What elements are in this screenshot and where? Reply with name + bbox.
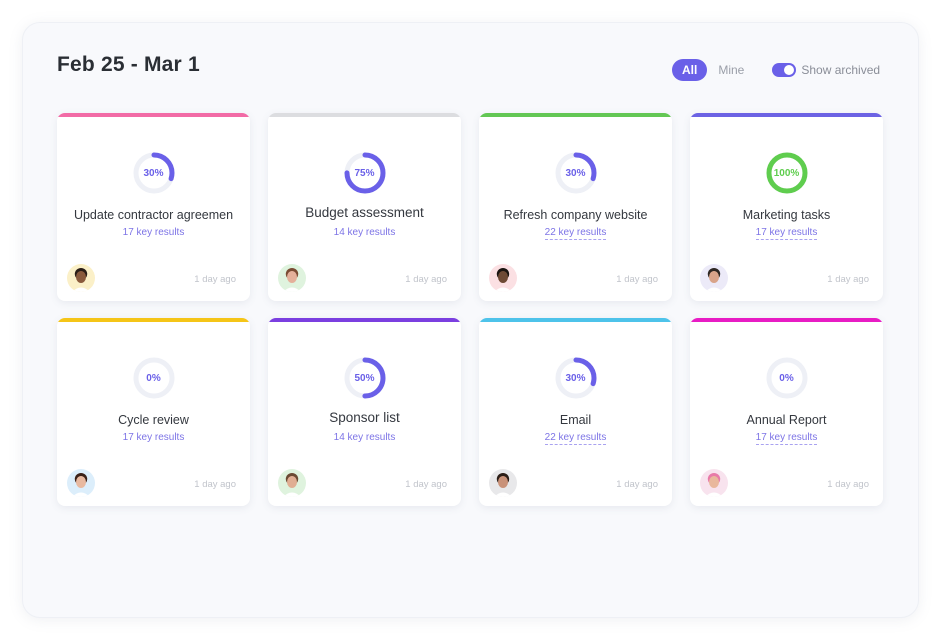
goal-card[interactable]: 0% Cycle review 17 key results 1 day ago: [57, 318, 250, 506]
card-color-bar: [57, 113, 250, 117]
key-results-link[interactable]: 22 key results: [544, 432, 607, 445]
avatar[interactable]: [278, 469, 306, 497]
progress-percent: 100%: [773, 167, 800, 179]
key-results: 14 key results: [268, 432, 461, 443]
goal-card[interactable]: 30% Refresh company website 22 key resul…: [479, 113, 672, 301]
progress-ring: 0%: [765, 356, 809, 400]
filter-all-button[interactable]: All: [672, 59, 708, 81]
key-results-link[interactable]: 17 key results: [123, 432, 185, 443]
updated-time: 1 day ago: [405, 479, 447, 490]
card-color-bar: [268, 318, 461, 322]
goal-title: Annual Report: [746, 413, 827, 427]
goal-card[interactable]: 0% Annual Report 17 key results 1 day ag…: [690, 318, 883, 506]
progress-ring: 30%: [554, 356, 598, 400]
updated-time: 1 day ago: [616, 479, 658, 490]
key-results-link[interactable]: 22 key results: [544, 227, 607, 240]
goal-title: Refresh company website: [503, 208, 648, 222]
goal-card[interactable]: 75% Budget assessment 14 key results 1 d…: [268, 113, 461, 301]
key-results: 17 key results: [57, 432, 250, 443]
key-results: 22 key results: [479, 227, 672, 240]
filter-bar: All Mine Show archived: [672, 59, 880, 81]
key-results-link[interactable]: 17 key results: [755, 227, 818, 240]
card-color-bar: [268, 113, 461, 117]
progress-ring: 30%: [554, 151, 598, 195]
goal-title: Sponsor list: [329, 410, 400, 425]
updated-time: 1 day ago: [827, 479, 869, 490]
card-color-bar: [57, 318, 250, 322]
avatar[interactable]: [700, 264, 728, 292]
progress-percent: 75%: [354, 167, 375, 179]
key-results: 17 key results: [690, 227, 883, 240]
progress-percent: 30%: [565, 167, 586, 179]
avatar[interactable]: [278, 264, 306, 292]
progress-ring: 100%: [765, 151, 809, 195]
goal-title: Marketing tasks: [742, 208, 831, 222]
card-color-bar: [690, 318, 883, 322]
goals-panel: Feb 25 - Mar 1 All Mine Show archived 30…: [22, 22, 919, 618]
key-results-link[interactable]: 14 key results: [334, 227, 396, 238]
avatar[interactable]: [67, 264, 95, 292]
progress-percent: 30%: [565, 372, 586, 384]
goal-title: Budget assessment: [305, 205, 424, 220]
card-color-bar: [479, 318, 672, 322]
goal-card[interactable]: 30% Update contractor agreemen 17 key re…: [57, 113, 250, 301]
progress-ring: 50%: [343, 356, 387, 400]
goals-grid: 30% Update contractor agreemen 17 key re…: [57, 113, 883, 506]
show-archived-label: Show archived: [801, 63, 881, 77]
avatar-icon: [67, 264, 95, 292]
avatar[interactable]: [700, 469, 728, 497]
goal-card[interactable]: 30% Email 22 key results 1 day ago: [479, 318, 672, 506]
goal-card[interactable]: 100% Marketing tasks 17 key results 1 da…: [690, 113, 883, 301]
avatar-icon: [700, 469, 728, 497]
toggle-knob: [784, 65, 795, 75]
progress-ring: 0%: [132, 356, 176, 400]
key-results: 22 key results: [479, 432, 672, 445]
avatar-icon: [278, 264, 306, 292]
avatar[interactable]: [489, 469, 517, 497]
avatar[interactable]: [489, 264, 517, 292]
key-results: 17 key results: [57, 227, 250, 238]
updated-time: 1 day ago: [194, 479, 236, 490]
goal-title: Update contractor agreemen: [73, 208, 234, 222]
avatar[interactable]: [67, 469, 95, 497]
key-results-link[interactable]: 17 key results: [755, 432, 818, 445]
progress-ring: 30%: [132, 151, 176, 195]
avatar-icon: [700, 264, 728, 292]
key-results: 14 key results: [268, 227, 461, 238]
show-archived-toggle[interactable]: Show archived: [772, 63, 880, 77]
goal-title: Cycle review: [118, 413, 189, 427]
progress-percent: 50%: [354, 372, 375, 384]
progress-percent: 0%: [779, 372, 794, 384]
updated-time: 1 day ago: [827, 274, 869, 285]
progress-ring: 75%: [343, 151, 387, 195]
key-results: 17 key results: [690, 432, 883, 445]
updated-time: 1 day ago: [405, 274, 447, 285]
progress-percent: 0%: [146, 372, 161, 384]
goal-title: Email: [559, 413, 592, 427]
key-results-link[interactable]: 14 key results: [334, 432, 396, 443]
avatar-icon: [278, 469, 306, 497]
goal-card[interactable]: 50% Sponsor list 14 key results 1 day ag…: [268, 318, 461, 506]
filter-mine-button[interactable]: Mine: [718, 59, 744, 81]
card-color-bar: [690, 113, 883, 117]
avatar-icon: [67, 469, 95, 497]
avatar-icon: [489, 469, 517, 497]
updated-time: 1 day ago: [616, 274, 658, 285]
updated-time: 1 day ago: [194, 274, 236, 285]
avatar-icon: [489, 264, 517, 292]
toggle-switch[interactable]: [772, 63, 797, 77]
key-results-link[interactable]: 17 key results: [123, 227, 185, 238]
progress-percent: 30%: [143, 167, 164, 179]
page-title: Feb 25 - Mar 1: [57, 53, 200, 76]
card-color-bar: [479, 113, 672, 117]
